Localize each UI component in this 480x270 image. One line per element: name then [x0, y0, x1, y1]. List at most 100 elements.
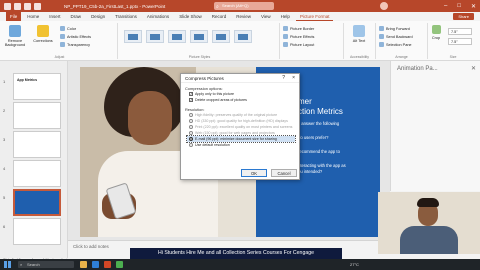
tab-slide-show[interactable]: Slide Show — [175, 12, 206, 21]
picture-styles-label: Picture Styles — [188, 55, 211, 59]
delete-cropped-checkbox[interactable]: ✓ Delete cropped areas of pictures — [181, 97, 299, 103]
delete-cropped-label: Delete cropped areas of pictures — [195, 98, 247, 102]
file-explorer-icon[interactable] — [80, 261, 87, 268]
minimize-icon[interactable]: – — [444, 3, 447, 9]
chrome-icon[interactable] — [116, 261, 123, 268]
tab-draw[interactable]: Draw — [67, 12, 86, 21]
corrections-icon — [37, 25, 49, 37]
radio-icon — [189, 113, 193, 117]
resolution-option-default[interactable]: Use default resolution — [181, 142, 299, 148]
corrections-label: Corrections — [33, 39, 53, 43]
slide-text-block[interactable]: mer ction Metrics s answer the following… — [298, 97, 378, 175]
picture-style-5[interactable] — [212, 30, 230, 43]
alt-text-button[interactable]: Alt Text — [348, 25, 370, 43]
thumb-number: 3 — [3, 137, 6, 142]
picture-style-1[interactable] — [124, 30, 142, 43]
tab-picture-format[interactable]: Picture Format — [295, 12, 334, 21]
slide-thumb-6[interactable] — [13, 218, 61, 245]
tab-insert[interactable]: Insert — [45, 12, 64, 21]
color-icon — [60, 26, 65, 31]
slide-thumb-4[interactable] — [13, 160, 61, 187]
bring-forward-label: Bring Forward — [386, 26, 410, 31]
picture-style-2[interactable] — [146, 30, 164, 43]
picture-border-button[interactable]: Picture Border — [283, 26, 314, 31]
quick-access — [0, 2, 41, 10]
picture-layout-button[interactable]: Picture Layout — [283, 42, 314, 47]
weather-temp[interactable]: 27°C — [350, 262, 359, 267]
close-icon[interactable]: ✕ — [471, 3, 476, 10]
alt-text-label: Alt Text — [352, 39, 366, 43]
tab-transitions[interactable]: Transitions — [111, 12, 141, 21]
picture-styles-group: Picture Styles — [120, 23, 280, 59]
height-field[interactable]: 7.5" — [448, 28, 472, 35]
search-placeholder: Search (Alt+Q) — [222, 3, 249, 8]
tab-file[interactable]: File — [6, 12, 22, 21]
tab-design[interactable]: Design — [87, 12, 109, 21]
picture-border-label: Picture Border — [290, 26, 315, 31]
crop-button[interactable]: Crop — [428, 25, 444, 40]
resolution-option-label: Print (220 ppi): excellent quality on mo… — [195, 125, 293, 129]
windows-start-icon[interactable] — [4, 261, 11, 268]
tab-home[interactable]: Home — [23, 12, 43, 21]
color-button[interactable]: Color — [60, 26, 76, 31]
edge-icon[interactable] — [92, 261, 99, 268]
remove-background-button[interactable]: Remove Background — [4, 25, 26, 47]
slide-question-5: ou intended? — [298, 169, 323, 174]
picture-options-group: Picture Border Picture Effects Picture L… — [280, 23, 344, 59]
compress-pictures-dialog: Compress Pictures ? × Compression option… — [180, 73, 300, 180]
width-field[interactable]: 7.5" — [448, 38, 472, 45]
bring-forward-button[interactable]: Bring Forward — [379, 26, 410, 31]
tab-review[interactable]: Review — [232, 12, 255, 21]
animation-pane: Animation Pa... ✕ — [390, 61, 480, 191]
title-search-input[interactable]: ⌕ Search (Alt+Q) — [214, 2, 274, 10]
taskbar: ⌕ Search 27°C — [0, 259, 480, 270]
undo-icon[interactable] — [24, 2, 31, 10]
autosave-icon[interactable] — [4, 2, 11, 10]
notes-placeholder: Click to add notes — [73, 244, 109, 249]
transparency-button[interactable]: Transparency — [60, 42, 90, 47]
ok-button[interactable]: OK — [241, 169, 267, 177]
search-icon: ⌕ — [216, 4, 219, 10]
slide-thumbnails: 1 App Metrics 2 3 4 5 6 — [0, 61, 68, 258]
bring-forward-icon — [379, 26, 384, 31]
tab-view[interactable]: View — [257, 12, 275, 21]
radio-icon — [189, 143, 193, 147]
picture-style-6[interactable] — [234, 30, 252, 43]
save-icon[interactable] — [14, 2, 21, 10]
search-icon: ⌕ — [20, 262, 23, 267]
powerpoint-icon[interactable] — [104, 261, 111, 268]
send-backward-button[interactable]: Send Backward — [379, 34, 413, 39]
tab-help[interactable]: Help — [277, 12, 294, 21]
artistic-effects-icon — [60, 34, 65, 39]
slide-thumb-2[interactable] — [13, 102, 61, 129]
transparency-icon — [60, 42, 65, 47]
thumb-number: 6 — [3, 224, 6, 229]
help-icon[interactable]: ? — [282, 75, 285, 81]
size-group: Crop 7.5" 7.5" Size — [428, 23, 478, 59]
maximize-icon[interactable]: □ — [457, 3, 461, 9]
share-button[interactable]: Share — [453, 13, 474, 20]
picture-style-4[interactable] — [190, 30, 208, 43]
tab-animations[interactable]: Animations — [143, 12, 173, 21]
selection-pane-button[interactable]: Selection Pane — [379, 42, 412, 47]
remove-background-icon — [9, 25, 21, 37]
taskbar-search[interactable]: ⌕ Search — [18, 261, 74, 268]
redo-icon[interactable] — [34, 2, 41, 10]
close-icon[interactable]: ✕ — [471, 65, 476, 72]
slide-thumb-3[interactable] — [13, 131, 61, 158]
slide-thumb-5[interactable] — [13, 189, 61, 216]
resolution-option-label: HD (330 ppi): good quality for high-defi… — [195, 119, 288, 123]
artistic-effects-button[interactable]: Artistic Effects — [60, 34, 91, 39]
picture-style-3[interactable] — [168, 30, 186, 43]
accessibility-label: Accessibility — [349, 55, 370, 59]
radio-icon — [189, 125, 193, 129]
close-icon[interactable]: × — [292, 75, 295, 81]
picture-effects-button[interactable]: Picture Effects — [283, 34, 314, 39]
slide-thumb-1[interactable]: App Metrics — [13, 73, 61, 100]
tab-record[interactable]: Record — [208, 12, 231, 21]
document-title: NP_PPT19_C5b-2a_FirstLast_1.pptx - Power… — [64, 3, 166, 9]
corrections-button[interactable]: Corrections — [32, 25, 54, 43]
cancel-button[interactable]: Cancel — [271, 169, 297, 177]
caption-banner: Hi Students Hire Me and all Collection S… — [130, 248, 342, 259]
avatar[interactable] — [380, 2, 388, 10]
